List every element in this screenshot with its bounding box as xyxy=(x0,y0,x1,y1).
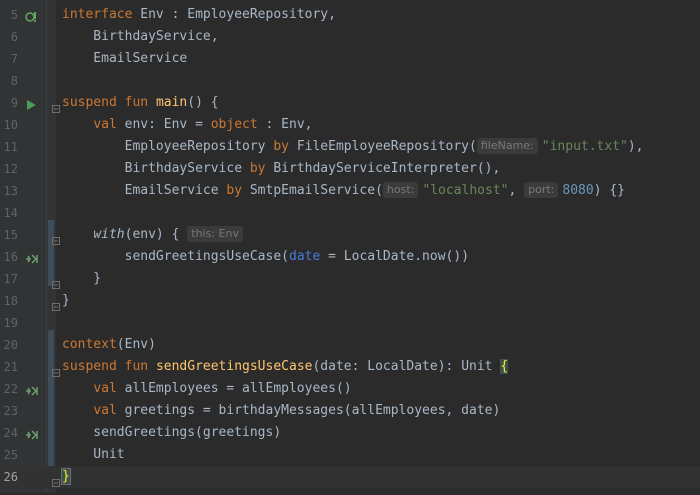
run-icon[interactable] xyxy=(25,97,37,110)
line-number: 24 xyxy=(3,426,18,440)
code-line[interactable]: 7 EmailService xyxy=(0,48,700,70)
parameter-hint: host: xyxy=(382,182,419,198)
line-number: 12 xyxy=(3,162,18,176)
code-line[interactable]: 9 suspend fun main() { xyxy=(0,92,700,114)
code-line[interactable]: 11 EmployeeRepository by FileEmployeeRep… xyxy=(0,136,700,158)
code-text: with(env) { this: Env xyxy=(62,224,247,246)
code-text: BirthdayService, xyxy=(62,29,219,44)
line-number: 16 xyxy=(3,250,18,264)
line-number: 19 xyxy=(3,316,18,330)
line-number: 20 xyxy=(3,338,18,352)
code-line[interactable]: 13 EmailService by SmtpEmailService(host… xyxy=(0,180,700,202)
code-line[interactable]: 22 val allEmployees = allEmployees() xyxy=(0,378,700,400)
code-line[interactable]: 24 sendGreetings(greetings) xyxy=(0,422,700,444)
line-number: 14 xyxy=(3,206,18,220)
line-number: 11 xyxy=(3,140,18,154)
matched-brace: { xyxy=(500,359,509,374)
code-text: val greetings = birthdayMessages(allEmpl… xyxy=(93,403,501,418)
code-line[interactable]: 14 xyxy=(0,202,700,224)
line-number: 5 xyxy=(10,8,18,22)
suspend-call-icon[interactable] xyxy=(25,427,38,440)
fold-icon[interactable] xyxy=(52,297,60,311)
parameter-hint: port: xyxy=(524,182,559,198)
code-editor[interactable]: 5 interface Env : EmployeeRepository, 6 … xyxy=(0,0,700,493)
suspend-call-icon[interactable] xyxy=(25,383,38,396)
code-text: } xyxy=(61,466,71,488)
code-text: Unit xyxy=(62,447,125,462)
code-line[interactable]: 8 xyxy=(0,70,700,92)
code-line[interactable]: 15 with(env) { this: Env xyxy=(0,224,700,246)
code-text: EmployeeRepository by FileEmployeeReposi… xyxy=(124,138,644,154)
code-line[interactable]: 17 } xyxy=(0,268,700,290)
code-text: } xyxy=(62,271,102,286)
code-text: suspend fun main() { xyxy=(62,95,219,110)
line-number: 8 xyxy=(10,74,18,88)
parameter-hint: fileName: xyxy=(476,138,538,154)
code-line[interactable]: 10 val env: Env = object : Env, xyxy=(0,114,700,136)
line-number: 17 xyxy=(3,272,18,286)
fold-icon[interactable] xyxy=(52,473,60,487)
code-line[interactable]: 5 interface Env : EmployeeRepository, xyxy=(0,4,700,26)
code-line[interactable]: 18 } xyxy=(0,290,700,312)
code-line[interactable]: 6 BirthdayService, xyxy=(0,26,700,48)
line-number: 7 xyxy=(10,52,18,66)
code-text: EmailService by SmtpEmailService(host: "l… xyxy=(124,182,626,198)
code-line[interactable]: 19 xyxy=(0,312,700,334)
fold-icon[interactable] xyxy=(52,275,60,289)
fold-icon[interactable] xyxy=(52,231,60,245)
line-number: 23 xyxy=(3,404,18,418)
code-line[interactable]: 23 val greetings = birthdayMessages(allE… xyxy=(0,400,700,422)
line-number: 26 xyxy=(3,470,18,484)
code-text: val env: Env = object : Env, xyxy=(93,117,313,132)
fold-icon[interactable] xyxy=(52,363,60,377)
fold-icon[interactable] xyxy=(52,99,60,113)
code-text: val allEmployees = allEmployees() xyxy=(93,381,352,396)
line-number: 22 xyxy=(3,382,18,396)
line-number: 18 xyxy=(3,294,18,308)
code-text: } xyxy=(62,293,70,308)
line-number: 25 xyxy=(3,448,18,462)
line-number: 9 xyxy=(10,96,18,110)
code-line[interactable]: 21 suspend fun sendGreetingsUseCase(date… xyxy=(0,356,700,378)
code-text: interface Env : EmployeeRepository, xyxy=(62,7,336,22)
code-line[interactable]: 20 context(Env) xyxy=(0,334,700,356)
code-text: EmailService xyxy=(62,51,188,66)
suspend-call-icon[interactable] xyxy=(25,251,38,264)
code-text: sendGreetingsUseCase(date = LocalDate.no… xyxy=(124,249,470,264)
code-line[interactable]: 16 sendGreetingsUseCase(date = LocalDate… xyxy=(0,246,700,268)
code-line[interactable]: 25 Unit xyxy=(0,444,700,466)
current-code-line[interactable]: 26 } xyxy=(0,466,700,488)
code-line[interactable]: 12 BirthdayService by BirthdayServiceInt… xyxy=(0,158,700,180)
line-number: 15 xyxy=(3,228,18,242)
line-number: 21 xyxy=(3,360,18,374)
implemented-gutter-icon[interactable] xyxy=(25,9,37,22)
code-text: suspend fun sendGreetingsUseCase(date: L… xyxy=(62,359,509,374)
code-text: sendGreetings(greetings) xyxy=(62,425,282,440)
line-number: 6 xyxy=(10,30,18,44)
line-number: 13 xyxy=(3,184,18,198)
receiver-hint: this: Env xyxy=(187,226,243,242)
code-text: BirthdayService by BirthdayServiceInterp… xyxy=(124,161,501,176)
line-number: 10 xyxy=(3,118,18,132)
matched-brace: } xyxy=(61,468,71,485)
code-text: context(Env) xyxy=(62,337,156,352)
